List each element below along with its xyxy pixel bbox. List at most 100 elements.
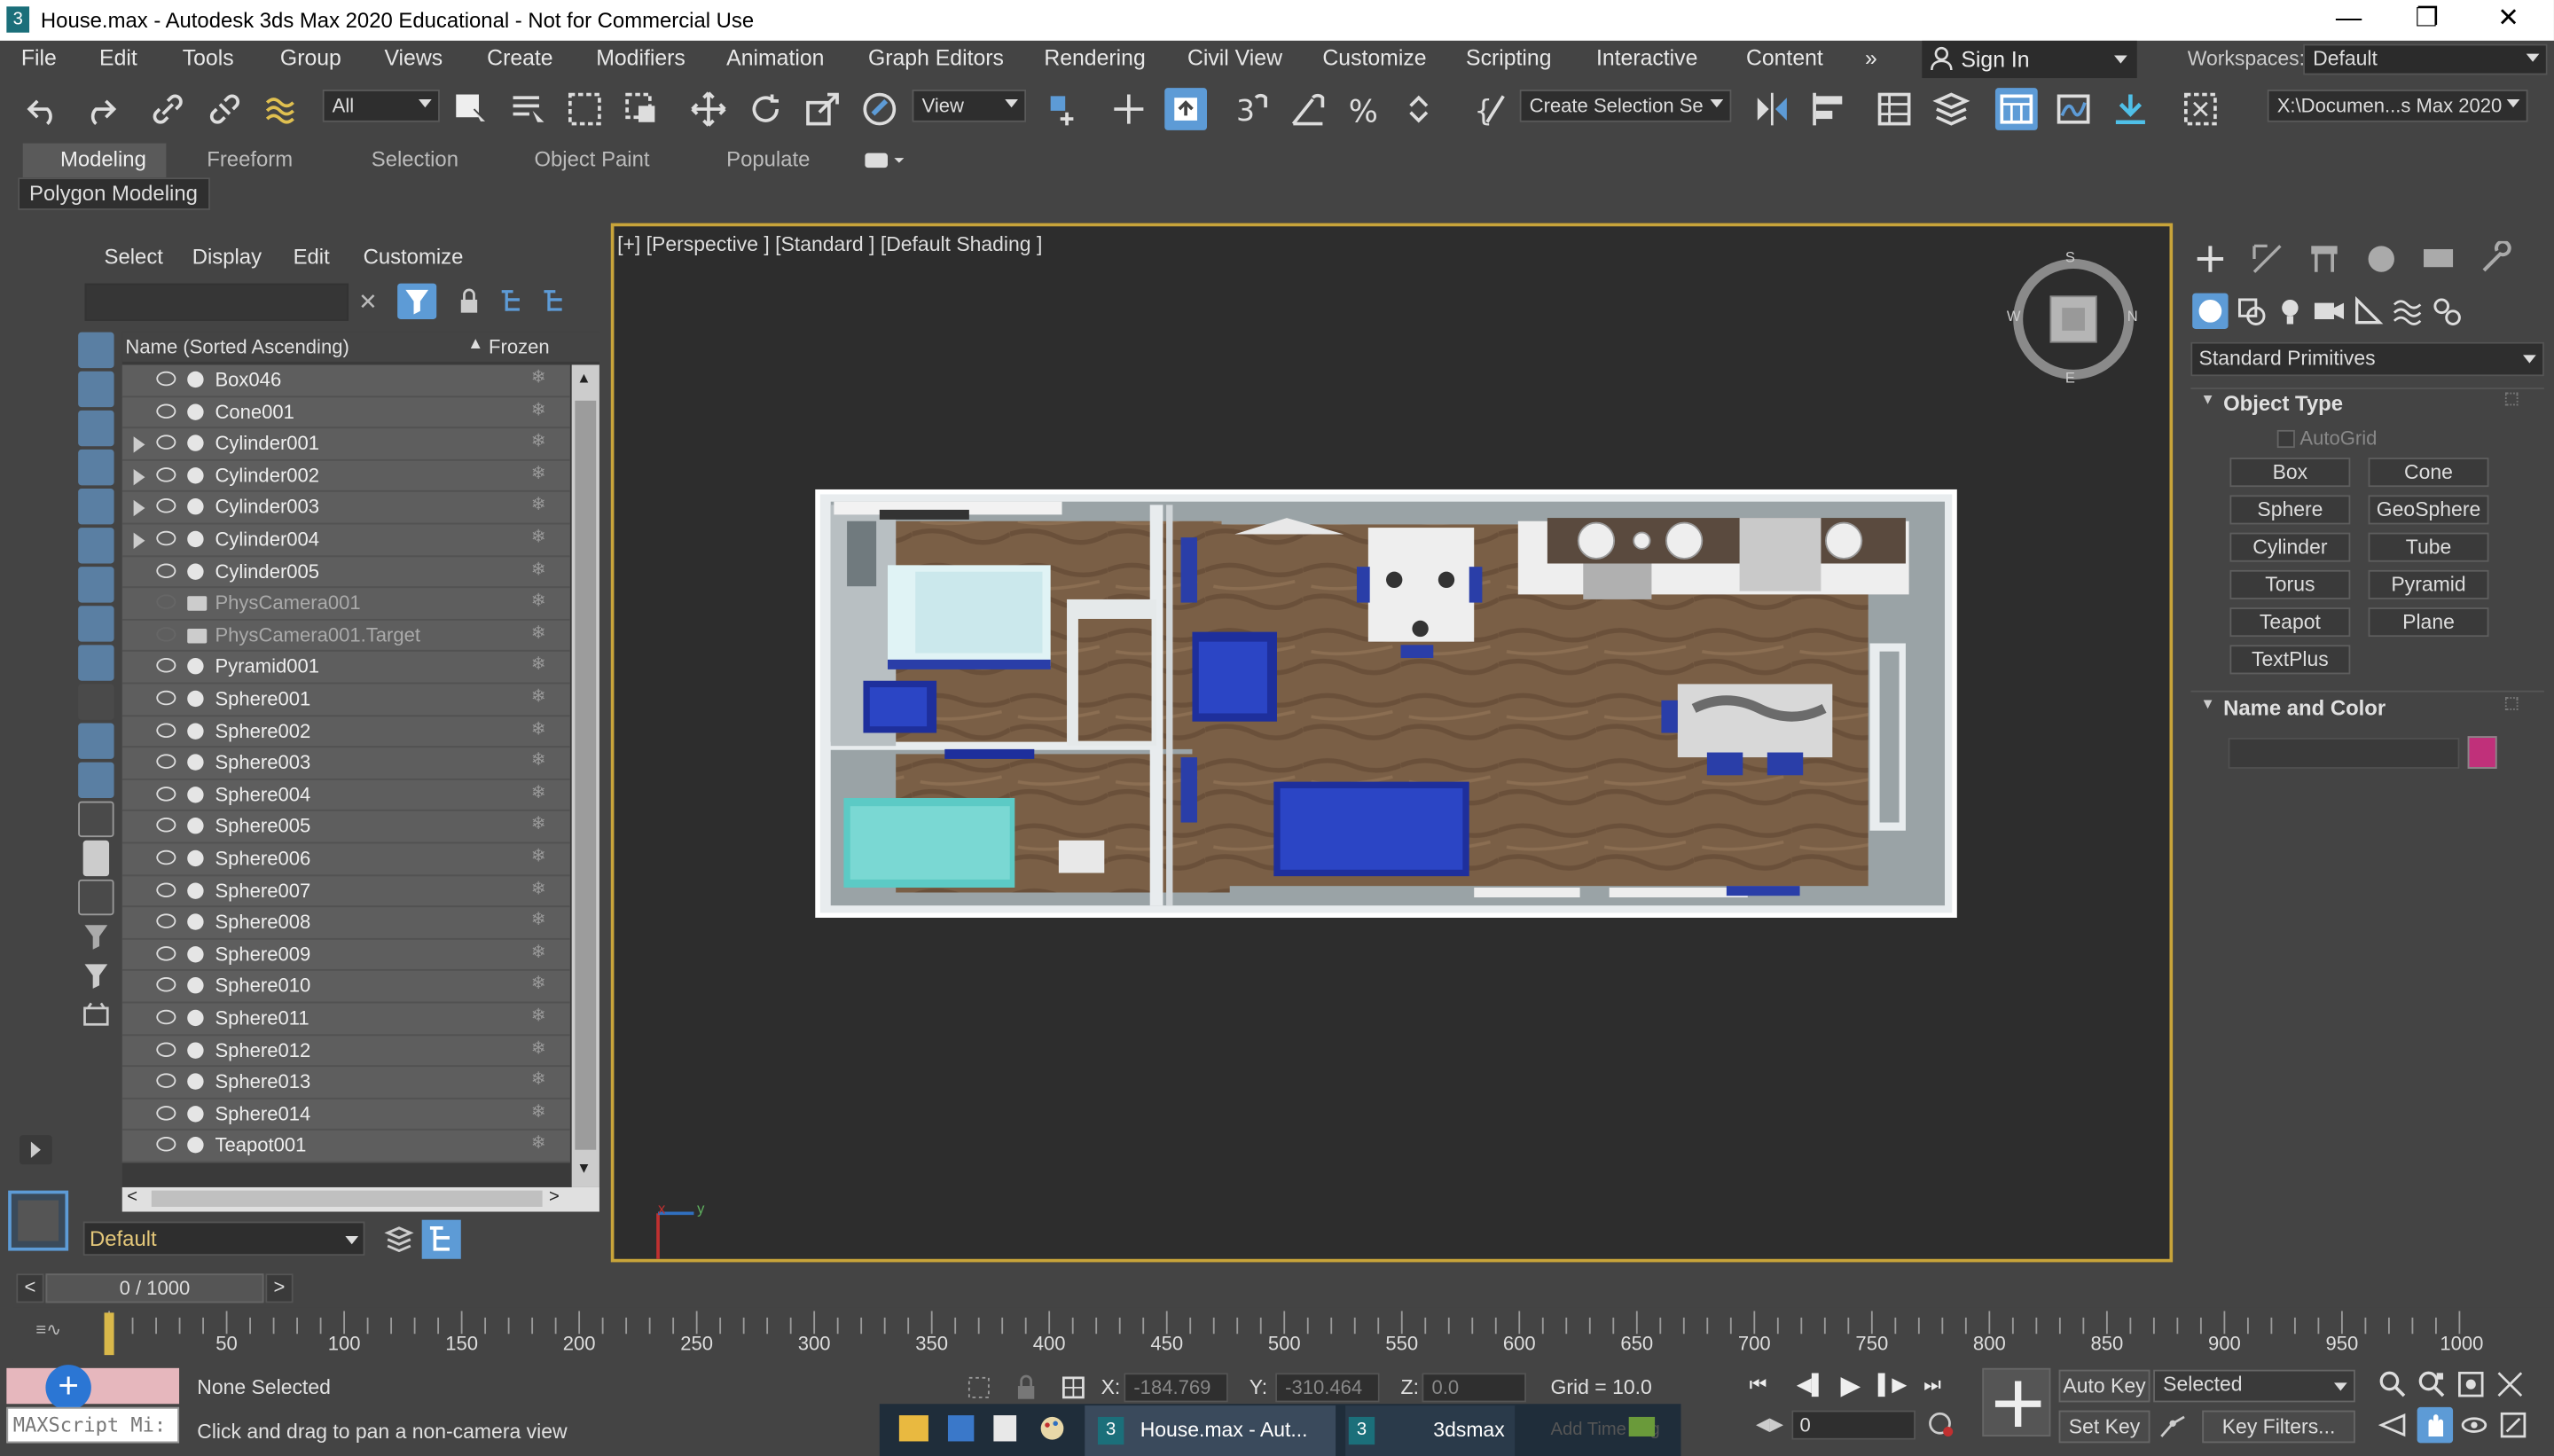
taskbar-item-3dsmax[interactable]: 3 3dsmax bbox=[1345, 1405, 1516, 1456]
zoom-icon[interactable] bbox=[2378, 1370, 2408, 1399]
notepad-icon[interactable] bbox=[947, 1415, 975, 1442]
expand-panel-button[interactable] bbox=[20, 1135, 52, 1165]
eye-icon[interactable] bbox=[156, 1009, 176, 1025]
column-frozen-header[interactable]: Frozen bbox=[489, 335, 550, 358]
select-by-name-icon[interactable] bbox=[506, 88, 549, 130]
scene-row[interactable]: Sphere006 ❄ bbox=[121, 843, 570, 876]
systems-icon[interactable] bbox=[2429, 294, 2464, 329]
display-tab-icon[interactable] bbox=[2420, 241, 2456, 277]
expand-arrow-icon[interactable] bbox=[133, 468, 145, 485]
schematic-view-icon[interactable] bbox=[2110, 88, 2152, 130]
expand-arrow-icon[interactable] bbox=[133, 436, 145, 453]
menu-edit[interactable]: Edit bbox=[99, 45, 137, 70]
display-none-icon[interactable] bbox=[82, 840, 110, 877]
spinner-snap-icon[interactable] bbox=[1401, 88, 1444, 130]
menu-views[interactable]: Views bbox=[384, 45, 443, 70]
ribbon-tab-populate[interactable]: Populate bbox=[726, 146, 810, 171]
set-key-button[interactable]: Set Key bbox=[2058, 1410, 2151, 1444]
teapot-button[interactable]: Teapot bbox=[2229, 607, 2351, 638]
key-filters-button[interactable]: Key Filters... bbox=[2202, 1410, 2355, 1444]
geosphere-button[interactable]: GeoSphere bbox=[2368, 495, 2489, 525]
autogrid-checkbox[interactable] bbox=[2276, 429, 2295, 449]
undo-icon[interactable] bbox=[23, 88, 66, 130]
minimize-icon[interactable]: — bbox=[2309, 0, 2387, 41]
pyramid-button[interactable]: Pyramid bbox=[2368, 569, 2489, 599]
lights-icon[interactable] bbox=[2272, 294, 2307, 329]
mirror-icon[interactable] bbox=[1751, 88, 1793, 130]
hidden-eye-icon[interactable] bbox=[156, 594, 176, 610]
freeze-icon[interactable]: ❄ bbox=[531, 560, 547, 578]
window-crossing-icon[interactable] bbox=[621, 88, 663, 130]
eye-icon[interactable] bbox=[156, 786, 176, 802]
sort-by-layer-icon[interactable] bbox=[381, 1222, 417, 1257]
render-setup-icon[interactable] bbox=[2180, 88, 2222, 130]
time-configuration-icon[interactable] bbox=[1927, 1411, 1956, 1440]
display-lights-icon[interactable] bbox=[78, 410, 114, 447]
menu-graph-editors[interactable]: Graph Editors bbox=[868, 45, 1004, 70]
project-folder-dropdown[interactable]: X:\Documen...s Max 2020 bbox=[2267, 90, 2528, 122]
container-icon[interactable] bbox=[78, 997, 114, 1032]
freeze-icon[interactable]: ❄ bbox=[531, 465, 547, 482]
freeze-icon[interactable]: ❄ bbox=[531, 752, 547, 770]
add-icon[interactable]: + bbox=[45, 1365, 91, 1411]
expand-arrow-icon[interactable] bbox=[133, 500, 145, 517]
eye-icon[interactable] bbox=[156, 849, 176, 865]
scene-row[interactable]: Sphere001 ❄ bbox=[121, 684, 570, 716]
cone-button[interactable]: Cone bbox=[2368, 458, 2489, 488]
play-icon[interactable]: ▶ bbox=[1840, 1370, 1873, 1403]
scene-row[interactable]: Cylinder003 ❄ bbox=[121, 492, 570, 525]
display-shapes-icon[interactable] bbox=[78, 371, 114, 408]
reference-coordinate-dropdown[interactable]: View bbox=[912, 90, 1027, 122]
key-tangent-icon[interactable] bbox=[2157, 1411, 2190, 1444]
eye-icon[interactable] bbox=[156, 1105, 176, 1121]
named-selection-dropdown[interactable]: Create Selection Se bbox=[1519, 90, 1732, 122]
menu-modifiers[interactable]: Modifiers bbox=[596, 45, 686, 70]
lock-icon[interactable] bbox=[456, 286, 482, 316]
display-containers-icon[interactable] bbox=[78, 684, 114, 720]
name-and-color-heading[interactable]: Name and Color bbox=[2223, 695, 2386, 720]
eye-icon[interactable] bbox=[156, 945, 176, 961]
scene-row[interactable]: Cylinder002 ❄ bbox=[121, 460, 570, 493]
selection-filter-dropdown[interactable]: All bbox=[322, 90, 440, 122]
hierarchy-tab-icon[interactable] bbox=[2307, 241, 2342, 277]
scrollbar-thumb[interactable] bbox=[575, 400, 597, 1150]
eye-icon[interactable] bbox=[156, 466, 176, 482]
scene-row[interactable]: Cylinder005 ❄ bbox=[121, 556, 570, 589]
eye-icon[interactable] bbox=[156, 562, 176, 578]
percent-snap-icon[interactable]: % bbox=[1344, 88, 1386, 130]
eye-icon[interactable] bbox=[156, 690, 176, 706]
scene-row[interactable]: Sphere007 ❄ bbox=[121, 875, 570, 908]
freeze-icon[interactable]: ❄ bbox=[531, 848, 547, 865]
eye-icon[interactable] bbox=[156, 434, 176, 450]
menu-overflow[interactable]: » bbox=[1865, 45, 1877, 70]
rollout-drag-icon[interactable] bbox=[2504, 392, 2519, 406]
sort-by-hierarchy-icon[interactable] bbox=[421, 1219, 461, 1259]
z-coordinate-field[interactable]: 0.0 bbox=[1422, 1373, 1526, 1403]
key-selection-dropdown[interactable]: Selected bbox=[2153, 1369, 2355, 1403]
eye-icon[interactable] bbox=[156, 977, 176, 993]
freeze-icon[interactable]: ❄ bbox=[531, 1103, 547, 1121]
freeze-icon[interactable]: ❄ bbox=[531, 369, 547, 387]
isolate-selection-icon[interactable] bbox=[964, 1373, 993, 1402]
se-menu-select[interactable]: Select bbox=[105, 245, 163, 270]
open-mini-curve-editor-icon[interactable]: ≡∿ bbox=[35, 1319, 61, 1341]
auto-key-button[interactable]: Auto Key bbox=[2058, 1369, 2151, 1403]
display-hidden-icon[interactable] bbox=[78, 762, 114, 798]
layer-hierarchy-icon[interactable] bbox=[539, 286, 568, 316]
rollout-collapse-icon[interactable]: ▼ bbox=[2200, 695, 2214, 711]
freeze-icon[interactable]: ❄ bbox=[531, 1135, 547, 1153]
geometry-icon[interactable] bbox=[2192, 293, 2229, 330]
viewport-layout-thumbnail[interactable] bbox=[8, 1190, 69, 1251]
menu-animation[interactable]: Animation bbox=[726, 45, 824, 70]
display-frozen-icon[interactable] bbox=[78, 723, 114, 759]
hierarchy-icon[interactable] bbox=[497, 286, 526, 316]
display-all-icon[interactable] bbox=[78, 801, 114, 838]
eye-icon[interactable] bbox=[156, 658, 176, 674]
freeze-icon[interactable]: ❄ bbox=[531, 528, 547, 546]
go-to-end-icon[interactable]: ⏭ bbox=[1923, 1373, 1956, 1402]
freeze-icon[interactable]: ❄ bbox=[531, 497, 547, 514]
menu-file[interactable]: File bbox=[21, 45, 57, 70]
sphere-button[interactable]: Sphere bbox=[2229, 495, 2351, 525]
scale-icon[interactable] bbox=[802, 88, 844, 130]
current-layer-dropdown[interactable]: Default bbox=[82, 1221, 365, 1256]
